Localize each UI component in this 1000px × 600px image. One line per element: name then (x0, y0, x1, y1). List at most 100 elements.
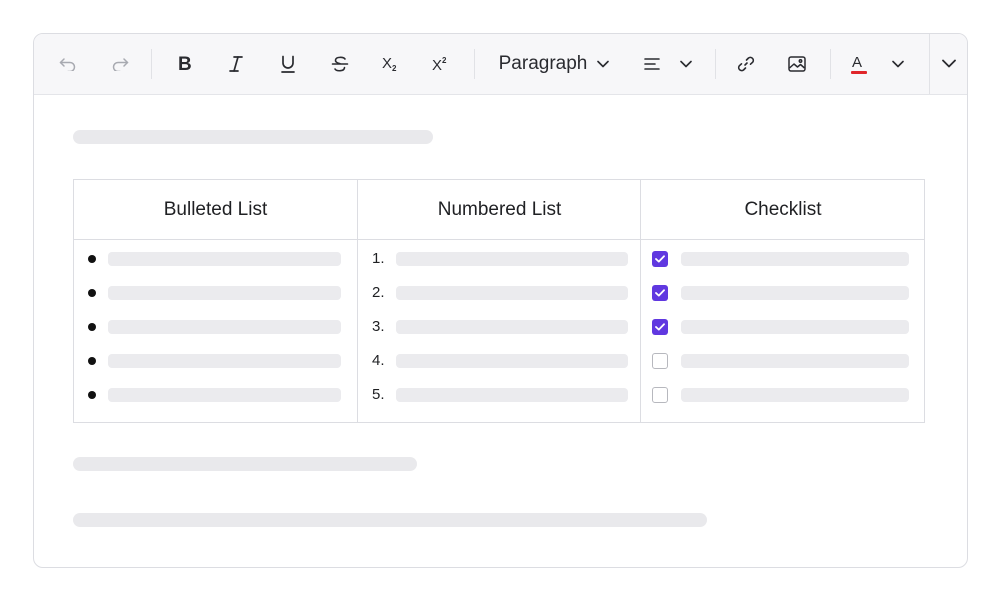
list-item (74, 378, 357, 412)
undo-icon (59, 57, 77, 71)
italic-icon (228, 55, 244, 73)
checklist-header: Checklist (641, 180, 925, 240)
bullet-dot (88, 391, 96, 399)
bullet-dot (88, 323, 96, 331)
subscript-icon: X2 (381, 55, 403, 73)
svg-text:X: X (382, 55, 392, 72)
text-color-dropdown[interactable]: A (849, 34, 904, 94)
text-placeholder (108, 252, 341, 266)
list-item: 5. (358, 378, 641, 412)
toolbar-divider (715, 49, 716, 79)
checkmark-icon (655, 289, 665, 297)
rich-text-editor: B X2 X2 Paragraph A Bulleted List Number… (33, 33, 968, 568)
list-item (74, 310, 357, 344)
checkbox[interactable] (652, 353, 668, 369)
text-placeholder (108, 388, 341, 402)
bullet-dot (88, 289, 96, 297)
text-placeholder (681, 354, 909, 368)
toolbar-divider (151, 49, 152, 79)
italic-button[interactable] (222, 34, 250, 94)
text-placeholder (396, 252, 628, 266)
bulleted-list-column: Bulleted List (74, 180, 357, 422)
checkbox[interactable] (652, 285, 668, 301)
lists-table: Bulleted List Numbered List 1. 2. 3. 4. … (73, 179, 925, 423)
paragraph-style-label: Paragraph (498, 53, 588, 74)
underline-icon (280, 55, 296, 73)
align-icon (644, 58, 660, 70)
redo-button[interactable] (106, 34, 134, 94)
checklist-item (641, 242, 925, 276)
chevron-down-icon (680, 60, 692, 68)
paragraph-style-dropdown[interactable]: Paragraph (494, 34, 614, 94)
bullet-dot (88, 357, 96, 365)
redo-icon (111, 57, 129, 71)
text-placeholder (396, 388, 628, 402)
link-icon (737, 55, 755, 73)
text-placeholder-line (73, 130, 433, 144)
list-item: 4. (358, 344, 641, 378)
text-color-icon: A (849, 53, 869, 75)
toolbar-divider (474, 49, 475, 79)
text-placeholder-line (73, 457, 417, 471)
text-placeholder (681, 252, 909, 266)
checklist-item (641, 276, 925, 310)
numbered-list-header: Numbered List (358, 180, 641, 240)
list-number: 3. (372, 318, 385, 335)
text-placeholder (681, 388, 909, 402)
text-placeholder (396, 286, 628, 300)
more-tools-button[interactable] (929, 34, 967, 94)
svg-text:X: X (432, 57, 442, 73)
list-item: 2. (358, 276, 641, 310)
svg-text:2: 2 (442, 56, 447, 65)
bulleted-list-header: Bulleted List (74, 180, 357, 240)
checkmark-icon (655, 255, 665, 263)
text-placeholder (108, 286, 341, 300)
bold-button[interactable]: B (170, 34, 198, 94)
image-icon (788, 56, 806, 72)
svg-text:A: A (852, 54, 862, 71)
subscript-button[interactable]: X2 (378, 34, 406, 94)
insert-image-button[interactable] (783, 34, 811, 94)
text-placeholder (681, 320, 909, 334)
text-placeholder-line (73, 513, 707, 527)
svg-text:B: B (178, 55, 191, 73)
more-icon (942, 55, 956, 73)
text-placeholder (108, 320, 341, 334)
checklist-item (641, 344, 925, 378)
list-item: 1. (358, 242, 641, 276)
bold-icon: B (177, 55, 191, 73)
list-item (74, 242, 357, 276)
align-dropdown[interactable] (644, 34, 692, 94)
link-button[interactable] (732, 34, 760, 94)
checklist-item (641, 378, 925, 412)
superscript-button[interactable]: X2 (428, 34, 456, 94)
checkmark-icon (655, 323, 665, 331)
checklist-column: Checklist (640, 180, 925, 422)
superscript-icon: X2 (431, 55, 453, 73)
toolbar-divider (830, 49, 831, 79)
checkbox[interactable] (652, 319, 668, 335)
strikethrough-button[interactable] (326, 34, 354, 94)
numbered-list-column: Numbered List 1. 2. 3. 4. 5. (357, 180, 641, 422)
list-number: 2. (372, 284, 385, 301)
svg-text:2: 2 (392, 64, 397, 73)
chevron-down-icon (892, 60, 904, 68)
list-item (74, 344, 357, 378)
list-item (74, 276, 357, 310)
bullet-dot (88, 255, 96, 263)
chevron-down-icon (597, 60, 610, 68)
list-number: 4. (372, 352, 385, 369)
checklist-item (641, 310, 925, 344)
checkbox[interactable] (652, 387, 668, 403)
text-placeholder (108, 354, 341, 368)
strikethrough-icon (331, 55, 349, 73)
list-number: 5. (372, 386, 385, 403)
checkbox[interactable] (652, 251, 668, 267)
list-number: 1. (372, 250, 385, 267)
underline-button[interactable] (274, 34, 302, 94)
text-placeholder (396, 354, 628, 368)
editor-toolbar: B X2 X2 Paragraph A (34, 34, 967, 95)
undo-button[interactable] (54, 34, 82, 94)
text-placeholder (396, 320, 628, 334)
text-placeholder (681, 286, 909, 300)
